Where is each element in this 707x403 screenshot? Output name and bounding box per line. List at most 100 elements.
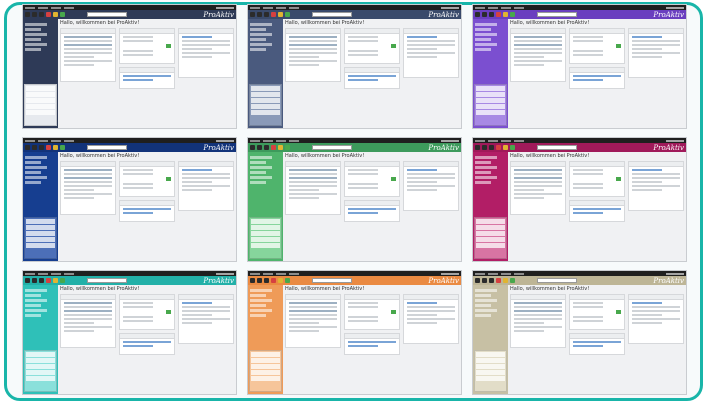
panel-item[interactable]: [251, 98, 280, 103]
menu-item[interactable]: [64, 272, 74, 275]
toolbar-button-green[interactable]: [510, 278, 515, 283]
theme-screenshot-purple[interactable]: ProAktiv Hallo, willkommen bei ProAktiv!: [472, 4, 687, 129]
card-link[interactable]: [123, 79, 153, 81]
card-link[interactable]: [632, 36, 662, 38]
card-row[interactable]: [289, 60, 337, 62]
card-link[interactable]: [573, 345, 603, 347]
card-row[interactable]: [289, 64, 319, 66]
sidebar-item[interactable]: [475, 33, 497, 36]
panel-item[interactable]: [26, 86, 55, 91]
card-row[interactable]: [123, 169, 153, 171]
menu-item[interactable]: [276, 139, 286, 142]
card-link[interactable]: [573, 208, 621, 210]
sidebar-item[interactable]: [250, 33, 272, 36]
card-row[interactable]: [348, 40, 378, 42]
card-row[interactable]: [64, 173, 112, 175]
panel-item[interactable]: [26, 364, 55, 369]
card-row[interactable]: [514, 44, 562, 46]
toolbar-button[interactable]: [39, 145, 44, 150]
card-row[interactable]: [514, 185, 562, 187]
card-row[interactable]: [573, 306, 603, 308]
sidebar-item[interactable]: [25, 43, 47, 46]
menu-item[interactable]: [289, 139, 299, 142]
panel-item[interactable]: [251, 376, 280, 381]
menu-item[interactable]: [64, 139, 74, 142]
toolbar-button[interactable]: [264, 145, 269, 150]
card-row[interactable]: [348, 50, 378, 52]
menu-item[interactable]: [488, 272, 498, 275]
card-link[interactable]: [632, 169, 662, 171]
toolbar-button[interactable]: [264, 12, 269, 17]
sidebar-item[interactable]: [250, 314, 266, 317]
card-link[interactable]: [348, 79, 378, 81]
sidebar-item[interactable]: [250, 38, 266, 41]
card-row[interactable]: [514, 177, 562, 179]
card-row[interactable]: [64, 322, 94, 324]
card-row[interactable]: [289, 52, 337, 54]
card-row[interactable]: [514, 173, 562, 175]
panel-item[interactable]: [251, 225, 280, 230]
theme-screenshot-sand[interactable]: ProAktiv Hallo, willkommen bei ProAktiv!: [472, 270, 687, 395]
menu-item[interactable]: [250, 272, 260, 275]
card-row[interactable]: [573, 40, 603, 42]
toolbar-button-yellow[interactable]: [53, 145, 58, 150]
card-row[interactable]: [514, 36, 562, 38]
panel-item[interactable]: [251, 364, 280, 369]
panel-item[interactable]: [26, 237, 55, 242]
sidebar-item[interactable]: [475, 156, 497, 159]
panel-item[interactable]: [251, 86, 280, 91]
sidebar-item[interactable]: [475, 289, 497, 292]
card-row[interactable]: [64, 48, 112, 50]
panel-item[interactable]: [26, 219, 55, 224]
card-link[interactable]: [348, 208, 396, 210]
toolbar-button[interactable]: [39, 12, 44, 17]
card-row[interactable]: [289, 330, 319, 332]
toolbar-button[interactable]: [482, 12, 487, 17]
panel-item[interactable]: [251, 104, 280, 109]
toolbar-button[interactable]: [32, 278, 37, 283]
card-row[interactable]: [64, 181, 112, 183]
sidebar-item[interactable]: [475, 166, 497, 169]
card-row[interactable]: [514, 40, 562, 42]
toolbar-button-red[interactable]: [496, 12, 501, 17]
sidebar-item[interactable]: [25, 176, 47, 179]
panel-item[interactable]: [476, 92, 505, 97]
sidebar-item[interactable]: [250, 304, 266, 307]
panel-item[interactable]: [251, 219, 280, 224]
sidebar-item[interactable]: [25, 33, 47, 36]
panel-item[interactable]: [26, 225, 55, 230]
toolbar-button[interactable]: [39, 278, 44, 283]
card-row[interactable]: [123, 183, 153, 185]
search-input[interactable]: [312, 145, 352, 150]
card-row[interactable]: [64, 314, 112, 316]
card-row[interactable]: [348, 169, 378, 171]
toolbar-button-yellow[interactable]: [278, 145, 283, 150]
menu-item[interactable]: [25, 139, 35, 142]
card-row[interactable]: [514, 197, 544, 199]
card-link[interactable]: [632, 302, 662, 304]
card-row[interactable]: [514, 52, 562, 54]
card-row[interactable]: [348, 54, 378, 56]
menu-item[interactable]: [289, 272, 299, 275]
sidebar-item[interactable]: [475, 176, 497, 179]
sidebar-item[interactable]: [25, 23, 47, 26]
menu-item[interactable]: [25, 272, 35, 275]
card-link[interactable]: [407, 36, 437, 38]
sidebar-item[interactable]: [250, 289, 272, 292]
card-row[interactable]: [514, 314, 562, 316]
toolbar-button[interactable]: [489, 278, 494, 283]
card-row[interactable]: [64, 193, 112, 195]
card-row[interactable]: [573, 54, 603, 56]
card-row[interactable]: [514, 310, 562, 312]
card-link[interactable]: [407, 169, 437, 171]
panel-item[interactable]: [476, 376, 505, 381]
card-row[interactable]: [514, 322, 544, 324]
card-row[interactable]: [289, 326, 337, 328]
toolbar-button-red[interactable]: [46, 12, 51, 17]
card-link[interactable]: [123, 208, 171, 210]
toolbar-button[interactable]: [25, 145, 30, 150]
menu-item[interactable]: [501, 272, 511, 275]
menu-item[interactable]: [38, 6, 48, 9]
search-input[interactable]: [312, 278, 352, 283]
menu-item[interactable]: [25, 6, 35, 9]
